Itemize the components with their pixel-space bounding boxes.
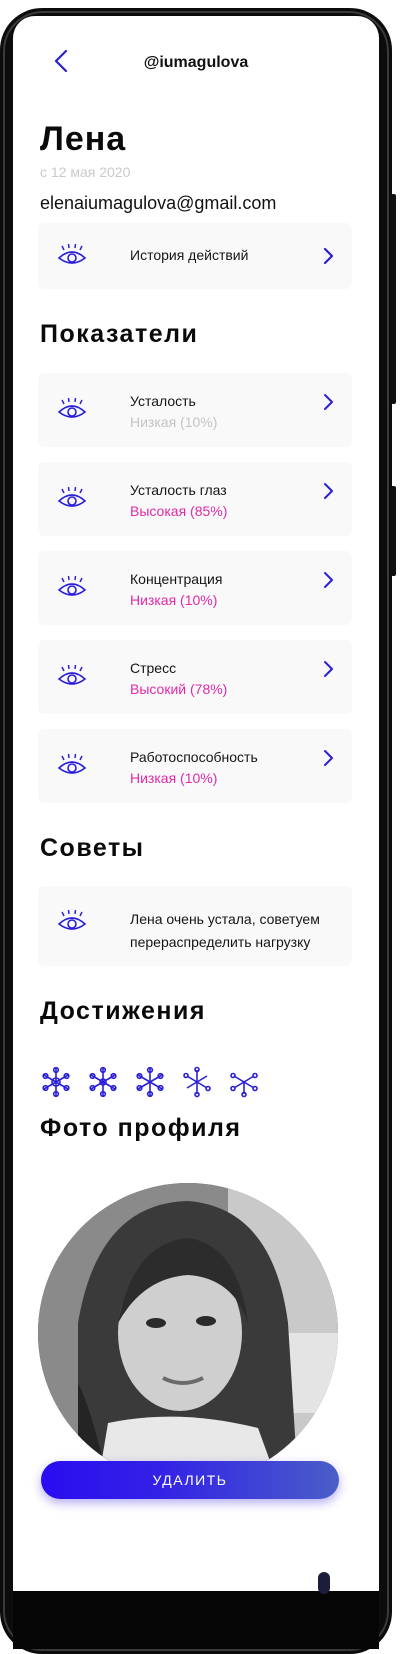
camera-dot [318,1572,330,1594]
side-button [391,486,396,576]
member-since: с 12 мая 2020 [40,164,131,180]
chevron-right-icon [324,750,333,766]
eye-icon [57,664,87,685]
eye-icon [57,397,87,418]
chevron-right-icon [324,394,333,410]
username: @iumagulova [143,54,249,71]
advice-card: Лена очень устала, советуем перераспреде… [38,886,352,966]
indicator-title: Концентрация [130,571,223,587]
snowflake-icon [183,1066,211,1098]
delete-button[interactable]: УДАЛИТЬ [41,1461,339,1499]
profile-photo[interactable] [38,1183,338,1483]
eye-icon [57,243,87,264]
snowflake-icon [89,1066,117,1098]
profile-name: Лена [40,120,127,158]
profile-email: elenaiumagulova@gmail.com [40,193,277,213]
chevron-right-icon [323,247,334,265]
indicator-card-eye-fatigue[interactable]: Усталость глаз Высокая (85%) [38,462,352,536]
eye-icon [57,753,87,774]
indicator-card-fatigue[interactable]: Усталость Низкая (10%) [38,373,352,447]
achievements-title: Достижения [40,997,206,1025]
indicator-title: Работоспособность [130,749,258,765]
bottom-bar [13,1591,379,1649]
snowflake-icon [136,1066,164,1098]
history-label: История действий [130,247,249,263]
indicator-card-stress[interactable]: Стресс Высокий (78%) [38,640,352,714]
advice-text: Лена очень устала, советуем перераспреде… [130,911,320,950]
chevron-right-icon [324,572,333,588]
eye-icon [57,486,87,507]
side-button [391,194,396,404]
eye-icon [57,575,87,596]
chevron-right-icon [324,661,333,677]
indicator-card-concentration[interactable]: Концентрация Низкая (10%) [38,551,352,625]
eye-icon [57,909,87,930]
history-card[interactable]: История действий [38,223,352,289]
indicators-title: Показатели [40,320,199,348]
indicator-title: Усталость [130,393,196,409]
snowflake-icon [42,1066,70,1098]
photo-title: Фото профиля [40,1114,242,1142]
indicator-status: Низкая (10%) [130,414,218,430]
indicator-status: Низкая (10%) [130,770,218,786]
advice-title: Советы [40,834,145,862]
profile-photo-image [38,1183,338,1483]
snowflake-icon [230,1072,258,1098]
indicator-status: Высокий (78%) [130,681,228,697]
indicator-status: Высокая (85%) [130,503,228,519]
indicator-title: Стресс [130,660,177,676]
chevron-right-icon [324,483,333,499]
indicator-title: Усталость глаз [130,482,227,498]
indicator-card-performance[interactable]: Работоспособность Низкая (10%) [38,729,352,803]
indicator-status: Низкая (10%) [130,592,218,608]
screen: @iumagulova Лена с 12 мая 2020 elenaiuma… [13,16,379,1591]
